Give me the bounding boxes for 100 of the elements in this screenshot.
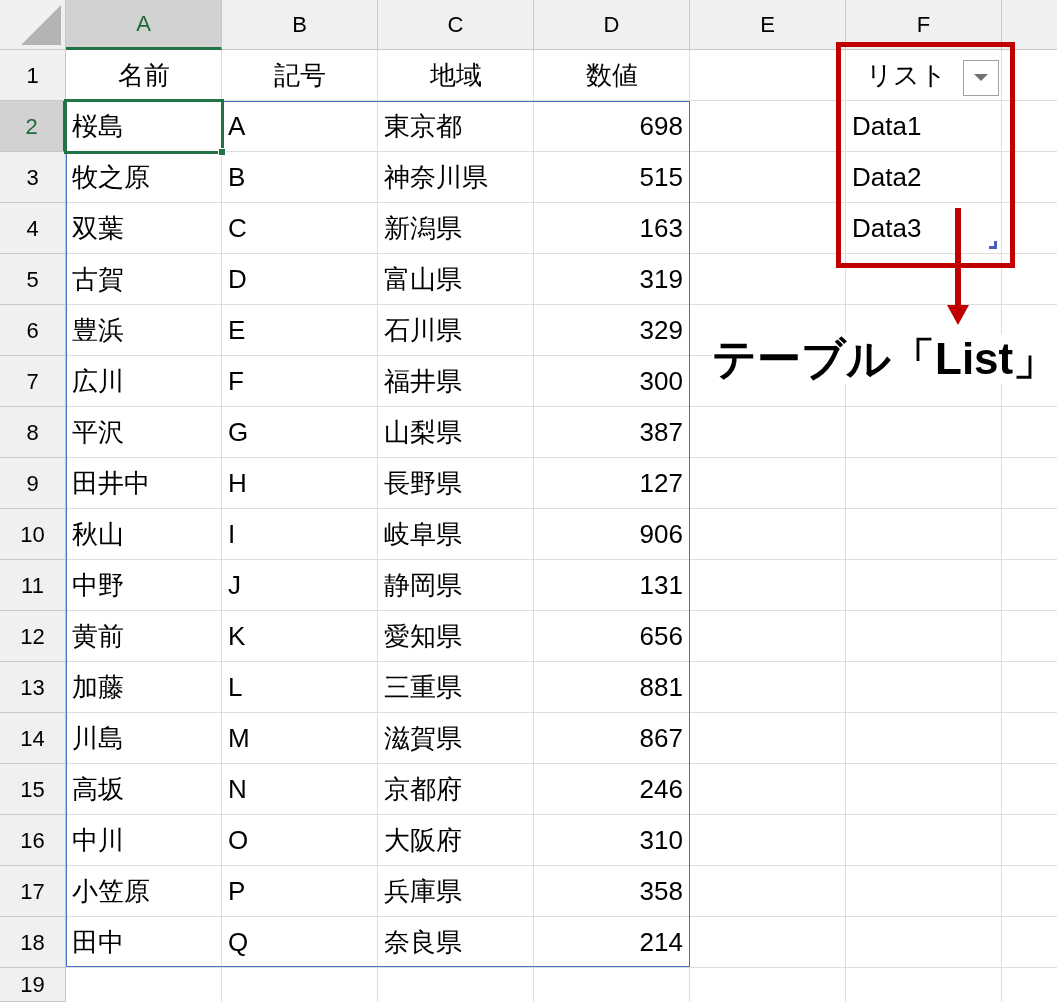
row-header[interactable]: 6 (0, 305, 66, 356)
cell-text: E (228, 313, 246, 347)
cell-text: 319 (639, 262, 683, 296)
cell-text: B (228, 160, 246, 194)
cell-text: 黄前 (72, 619, 124, 653)
cell-text: 石川県 (384, 313, 462, 347)
cell-text: F (228, 364, 244, 398)
cell-text: 田井中 (72, 466, 150, 500)
cell-text: 867 (639, 721, 683, 755)
cell-text: 広川 (72, 364, 124, 398)
cell-text: 三重県 (384, 670, 462, 704)
cell-text: 131 (639, 568, 683, 602)
cell-text: 中川 (72, 823, 124, 857)
cell-text: 881 (639, 670, 683, 704)
cell-text: 小笠原 (72, 874, 150, 908)
cell-text: D (228, 262, 247, 296)
cell-text: 豊浜 (72, 313, 124, 347)
cell-text: 310 (639, 823, 683, 857)
column-header[interactable]: A (66, 0, 222, 50)
cell-text: 富山県 (384, 262, 462, 296)
row-header[interactable]: 13 (0, 662, 66, 713)
cell-text: 新潟県 (384, 211, 462, 245)
cell-text: 数値 (585, 58, 638, 92)
row-header[interactable]: 16 (0, 815, 66, 866)
cell-text: M (228, 721, 250, 755)
cell-text: C (228, 211, 247, 245)
cell-text: 246 (639, 772, 683, 806)
row-header[interactable]: 9 (0, 458, 66, 509)
row-header[interactable]: 5 (0, 254, 66, 305)
row-header[interactable]: 19 (0, 968, 66, 1002)
cell-text: 214 (639, 925, 683, 959)
cell-text: 300 (639, 364, 683, 398)
caret-icon (974, 74, 988, 82)
cell-text: 奈良県 (384, 925, 462, 959)
cell-text: 兵庫県 (384, 874, 462, 908)
cell-text: L (228, 670, 243, 704)
cell-text: 秋山 (72, 517, 124, 551)
filter-dropdown-button[interactable] (963, 60, 999, 96)
cell-text: 高坂 (72, 772, 124, 806)
cell-text: 地域 (429, 58, 482, 92)
cell-text: リスト (866, 58, 948, 92)
row-header[interactable]: 12 (0, 611, 66, 662)
cell-text: P (228, 874, 246, 908)
column-header[interactable]: C (378, 0, 534, 50)
cell-text: Data2 (852, 160, 922, 194)
cell-text: 東京都 (384, 109, 462, 143)
cell-text: Q (228, 925, 249, 959)
cell-text: 515 (639, 160, 683, 194)
cell-text: 福井県 (384, 364, 462, 398)
cell-text: 163 (639, 211, 683, 245)
column-header[interactable]: D (534, 0, 690, 50)
row-header[interactable]: 4 (0, 203, 66, 254)
row-header[interactable]: 3 (0, 152, 66, 203)
cell-text: 698 (639, 109, 683, 143)
cell-text: 加藤 (72, 670, 124, 704)
cell-text: 愛知県 (384, 619, 462, 653)
cell-text: Data1 (852, 109, 922, 143)
row-header[interactable]: 11 (0, 560, 66, 611)
cell-text: 山梨県 (384, 415, 462, 449)
row-header[interactable]: 7 (0, 356, 66, 407)
cell-text: J (228, 568, 241, 602)
cell-text: 387 (639, 415, 683, 449)
cell-text: 田中 (72, 925, 124, 959)
row-header[interactable]: 10 (0, 509, 66, 560)
annotation-label: テーブル「List」 (712, 334, 1057, 384)
cell-text: 双葉 (72, 211, 124, 245)
cell-text: 牧之原 (72, 160, 150, 194)
cell-text: O (228, 823, 249, 857)
row-header[interactable]: 14 (0, 713, 66, 764)
cell-text: Data3 (852, 211, 922, 245)
cell-text: 京都府 (384, 772, 462, 806)
row-header[interactable]: 15 (0, 764, 66, 815)
resize-handle-icon[interactable] (989, 241, 997, 249)
cell-text: 桜島 (72, 109, 124, 143)
cell-text: 記号 (273, 58, 326, 92)
cell-text: 中野 (72, 568, 124, 602)
cell-text: 川島 (72, 721, 124, 755)
cell-text: G (228, 415, 249, 449)
column-header[interactable] (1002, 0, 1057, 50)
row-header[interactable]: 1 (0, 50, 66, 101)
cell-text: I (228, 517, 236, 551)
cell-text: 平沢 (72, 415, 124, 449)
row-header[interactable]: 17 (0, 866, 66, 917)
fill-handle[interactable] (218, 148, 226, 156)
row-header[interactable]: 18 (0, 917, 66, 968)
row-header[interactable]: 8 (0, 407, 66, 458)
cell-text: K (228, 619, 246, 653)
cell-text: 329 (639, 313, 683, 347)
row-header[interactable]: 2 (0, 101, 66, 152)
cell-text: 古賀 (72, 262, 124, 296)
cell-text: 長野県 (384, 466, 462, 500)
cell-text: 静岡県 (384, 568, 462, 602)
column-header[interactable]: E (690, 0, 846, 50)
cell-text: H (228, 466, 247, 500)
column-header[interactable]: B (222, 0, 378, 50)
cell-text: 滋賀県 (384, 721, 462, 755)
cell-text: A (228, 109, 246, 143)
cell-text: N (228, 772, 247, 806)
cell-text: 神奈川県 (384, 160, 488, 194)
cell-text: 名前 (117, 58, 170, 92)
